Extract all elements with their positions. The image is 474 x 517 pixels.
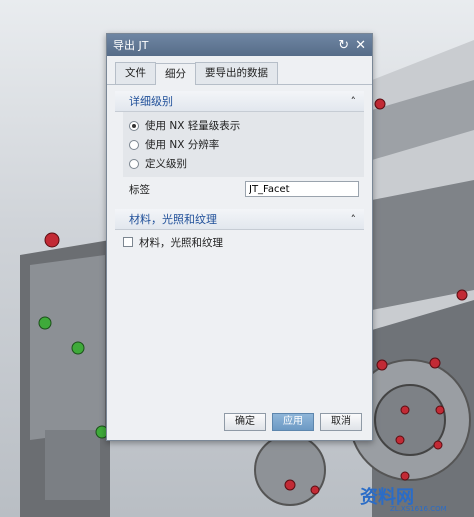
dialog-titlebar[interactable]: 导出 JT ↻ ✕ [107, 34, 372, 56]
ok-button[interactable]: 确定 [224, 413, 266, 431]
cancel-button[interactable]: 取消 [320, 413, 362, 431]
detail-level-header[interactable]: 详细级别 ˄ [115, 91, 364, 112]
material-title: 材料，光照和纹理 [129, 213, 217, 226]
tab-file[interactable]: 文件 [115, 62, 156, 84]
label-field-label: 标签 [129, 183, 150, 196]
chevron-up-icon[interactable]: ˄ [351, 95, 357, 108]
tab-data-to-export[interactable]: 要导出的数据 [195, 62, 278, 84]
detail-level-options: 使用 NX 轻量级表示 使用 NX 分辨率 定义级别 [123, 112, 364, 177]
material-checkbox-label: 材料，光照和纹理 [139, 236, 223, 249]
export-jt-dialog: 导出 JT ↻ ✕ 文件 细分 要导出的数据 详细级别 ˄ 使用 NX 轻量级表… [106, 33, 373, 441]
detail-level-section: 详细级别 ˄ 使用 NX 轻量级表示 使用 NX 分辨率 定义级别 标签 [115, 91, 364, 201]
option-lightweight[interactable]: 使用 NX 轻量级表示 [129, 116, 364, 135]
option-define-level[interactable]: 定义级别 [129, 154, 364, 173]
close-icon[interactable]: ✕ [355, 38, 366, 53]
dialog-title: 导出 JT [113, 39, 149, 52]
gearbox-housing-left [20, 240, 110, 517]
tab-tessellation[interactable]: 细分 [155, 63, 196, 85]
dialog-buttons: 确定 应用 取消 [224, 413, 362, 431]
option-nx-resolution-label: 使用 NX 分辨率 [145, 139, 220, 151]
option-define-level-label: 定义级别 [145, 158, 187, 170]
material-section: 材料，光照和纹理 ˄ 材料，光照和纹理 [115, 209, 364, 254]
material-checkbox[interactable] [123, 237, 133, 247]
apply-button[interactable]: 应用 [272, 413, 314, 431]
radio-nx-resolution[interactable] [129, 139, 139, 150]
detail-level-title: 详细级别 [129, 95, 173, 108]
chevron-up-icon[interactable]: ˄ [351, 213, 357, 226]
material-option[interactable]: 材料，光照和纹理 [123, 230, 364, 254]
watermark-sub-text: ZL.XS1616.COM [390, 505, 447, 513]
radio-define-level[interactable] [129, 158, 139, 169]
label-field-row: 标签 [129, 177, 364, 201]
label-field-input[interactable] [245, 181, 359, 197]
reset-icon[interactable]: ↻ [338, 38, 349, 53]
option-lightweight-label: 使用 NX 轻量级表示 [145, 120, 241, 132]
option-nx-resolution[interactable]: 使用 NX 分辨率 [129, 135, 364, 154]
material-header[interactable]: 材料，光照和纹理 ˄ [115, 209, 364, 230]
radio-lightweight[interactable] [129, 120, 139, 131]
tab-bar: 文件 细分 要导出的数据 [107, 62, 372, 85]
watermark-logo: 资料网 ZL.XS1616.COM [360, 479, 470, 513]
